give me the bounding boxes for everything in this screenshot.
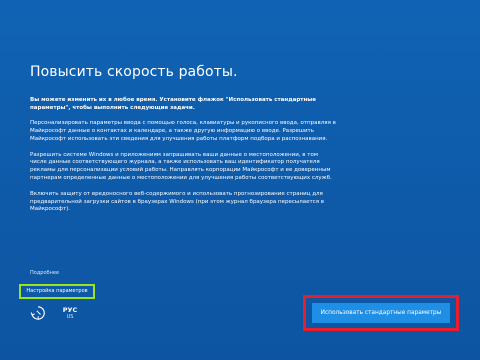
- ease-of-access-icon[interactable]: [30, 305, 46, 321]
- keyboard-layout: US: [66, 314, 74, 320]
- location-paragraph: Разрешить системе Windows и приложениям …: [30, 151, 332, 182]
- express-settings-highlight: Использовать стандартные параметры: [303, 295, 459, 331]
- language-code: РУС: [62, 306, 78, 314]
- page-title: Повысить скорость работы.: [30, 64, 238, 80]
- intro-paragraph: Вы можете изменить их в любое время. Уст…: [30, 97, 316, 111]
- customize-settings-button[interactable]: Настройка параметров: [23, 288, 91, 295]
- customize-highlight: Настройка параметров: [19, 284, 95, 299]
- settings-description: Вы можете изменить их в любое время. Уст…: [30, 97, 336, 222]
- input-personalization-paragraph: Персонализировать параметры ввода с помо…: [30, 120, 336, 143]
- input-language-indicator[interactable]: РУС US: [62, 306, 78, 321]
- learn-more-link[interactable]: Подробнее: [30, 270, 59, 276]
- smartscreen-paragraph: Включить защиту от вредоносного веб-соде…: [30, 190, 324, 213]
- use-express-settings-button[interactable]: Использовать стандартные параметры: [312, 303, 450, 323]
- oobe-screen: Повысить скорость работы. Вы можете изме…: [0, 0, 480, 360]
